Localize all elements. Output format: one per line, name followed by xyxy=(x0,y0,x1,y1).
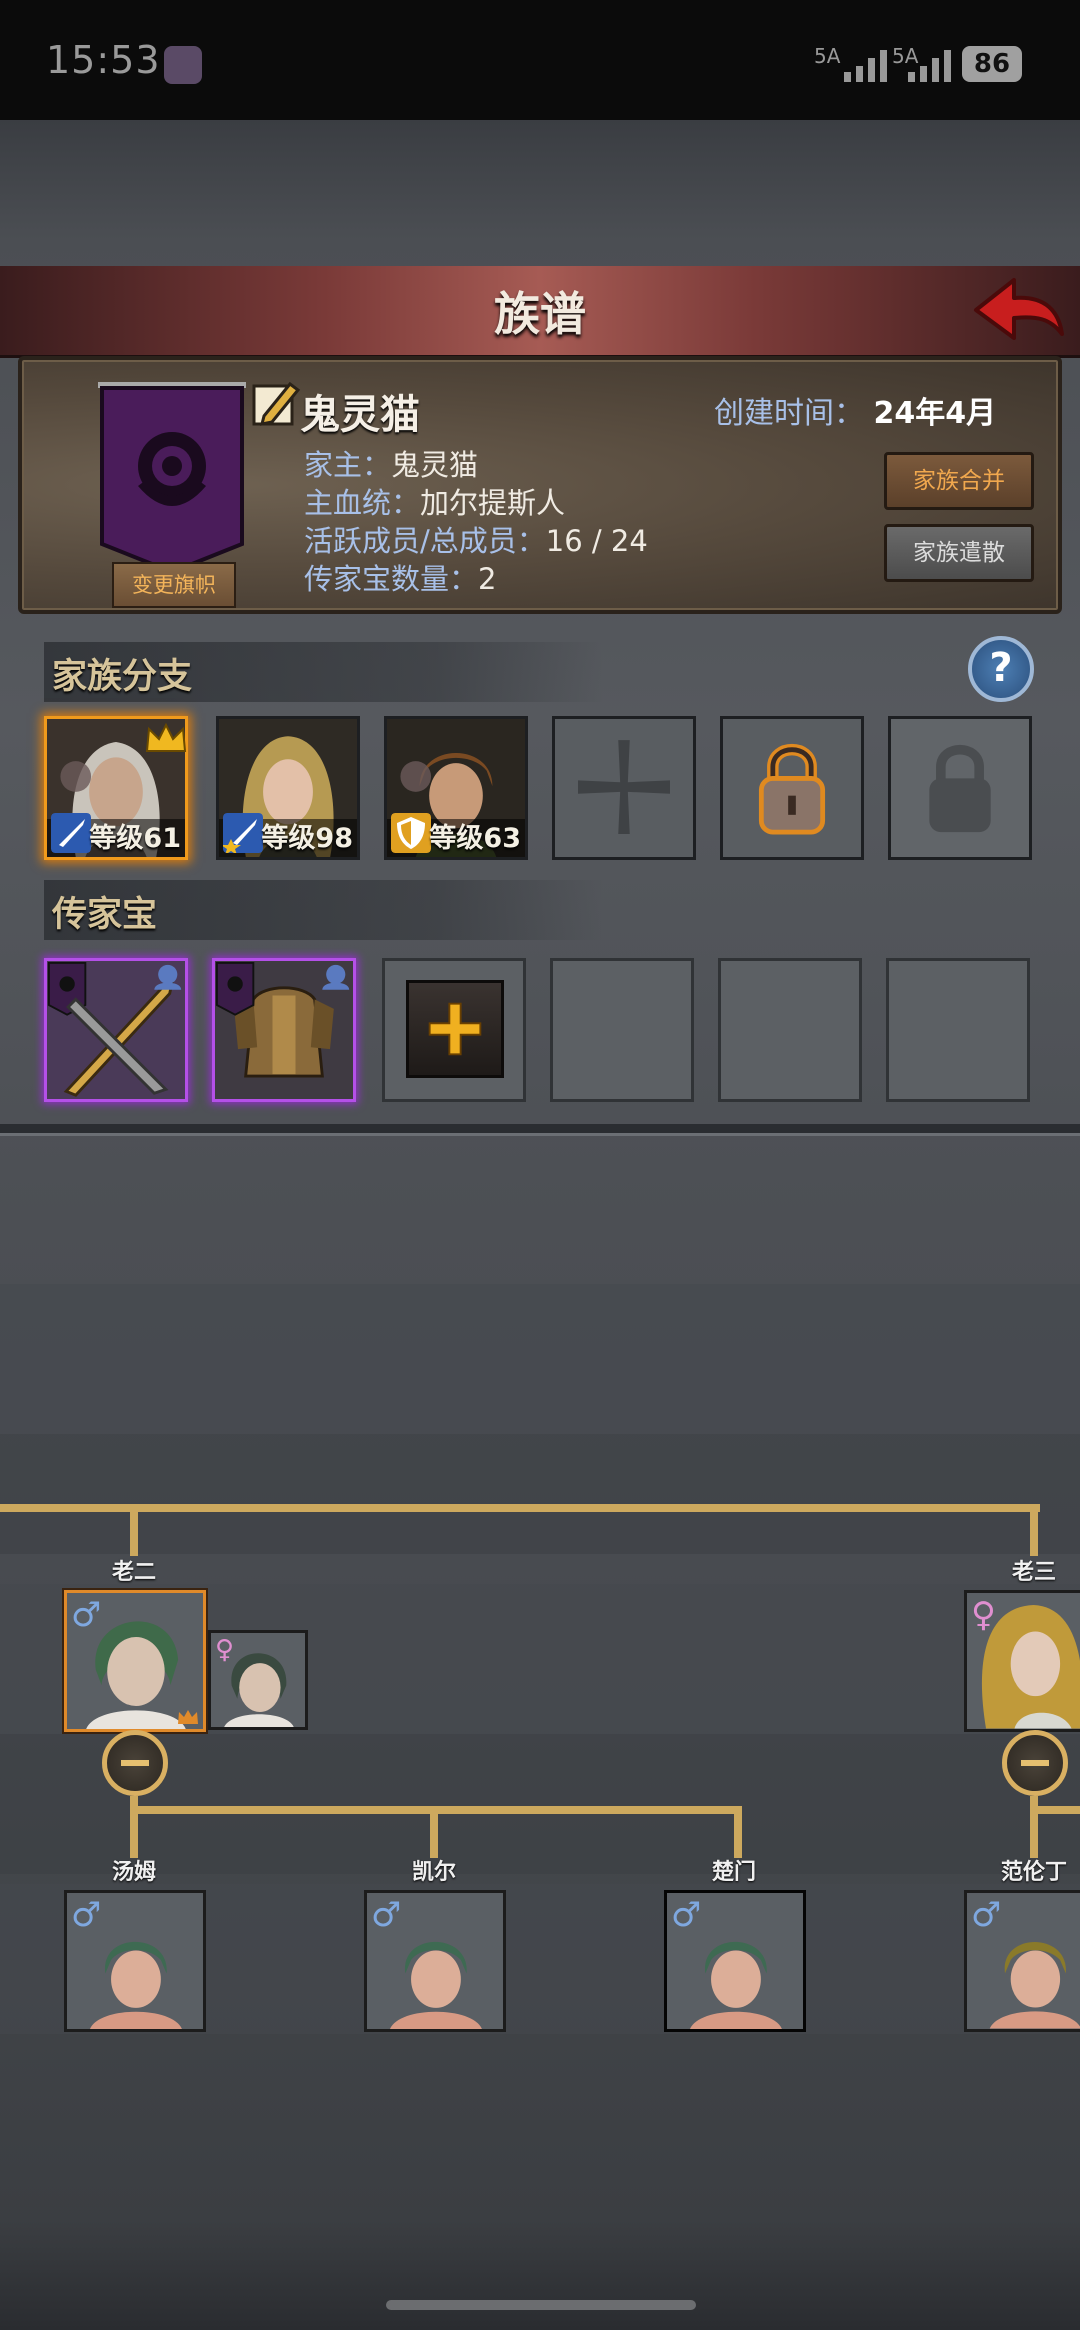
male-gender-icon: ♂ xyxy=(671,1895,702,1935)
page-title: 族谱 xyxy=(494,287,586,341)
heirloom-slot-empty xyxy=(718,958,862,1102)
created-time: 创建时间： 24年4月 xyxy=(714,388,996,432)
family-member-kyle[interactable]: ♂ xyxy=(364,1890,506,2032)
branch-slot-2[interactable]: 等级98 xyxy=(216,716,360,860)
heirloom-count-row: 传家宝数量：2 xyxy=(304,556,496,598)
sword-star-icon xyxy=(223,813,263,853)
status-time: 15:53 xyxy=(46,38,161,82)
heirloom-slot-empty xyxy=(550,958,694,1102)
family-head-row: 家主：鬼灵猫 xyxy=(304,442,478,484)
tree-row-band xyxy=(0,1284,1080,1434)
branch-level: 等级61 xyxy=(89,823,181,854)
member-name: 楚门 xyxy=(711,1860,756,1885)
family-member-tom[interactable]: ♂ xyxy=(64,1890,206,2032)
members-label: 活跃成员/总成员： xyxy=(304,524,546,558)
tree-row-band xyxy=(0,1434,1080,1554)
heirloom-slot-1[interactable] xyxy=(44,958,188,1102)
family-member-lao-san[interactable]: ♀ xyxy=(964,1590,1080,1732)
change-flag-button[interactable]: 变更旗帜 xyxy=(112,562,236,608)
back-arrow-icon[interactable] xyxy=(970,272,1066,348)
tree-connector-line xyxy=(130,1806,138,1858)
member-name: 老三 xyxy=(1011,1560,1056,1585)
padlock-grey-icon xyxy=(929,744,991,833)
male-gender-icon: ♂ xyxy=(371,1895,402,1935)
heirloom-slot-empty xyxy=(886,958,1030,1102)
branch-slot-3[interactable]: 等级63 xyxy=(384,716,528,860)
branch-slot-unlockable[interactable] xyxy=(720,716,864,860)
section-divider xyxy=(0,1124,1080,1136)
add-heirloom-button[interactable] xyxy=(406,980,504,1078)
male-gender-icon: ♂ xyxy=(71,1595,102,1635)
created-time-value: 24年4月 xyxy=(873,396,997,431)
sim1-label: 5A xyxy=(814,44,841,68)
female-gender-icon: ♀ xyxy=(215,1635,235,1665)
family-head-label: 家主： xyxy=(304,448,392,482)
signal-bars-icon xyxy=(904,48,956,82)
branch-slot-empty[interactable] xyxy=(552,716,696,860)
padlock-gold-icon xyxy=(758,743,826,835)
members-row: 活跃成员/总成员：16 / 24 xyxy=(304,518,648,560)
family-name: 鬼灵猫 xyxy=(300,392,420,438)
tree-connector-line xyxy=(734,1806,742,1858)
heirloom-count-label: 传家宝数量： xyxy=(304,562,479,596)
tree-connector-line xyxy=(1030,1504,1038,1556)
tree-connector-line xyxy=(130,1504,138,1556)
help-button[interactable]: ? xyxy=(968,636,1034,702)
spouse-portrait[interactable]: ♀ xyxy=(208,1630,308,1730)
signal-bars-icon xyxy=(840,48,892,82)
family-member-lao-er[interactable]: ♂ xyxy=(64,1590,206,1732)
male-gender-icon: ♂ xyxy=(971,1895,1002,1935)
notification-app-icon xyxy=(164,46,202,84)
members-value: 16 / 24 xyxy=(545,524,648,558)
branch-level: 等级98 xyxy=(261,823,353,854)
cross-icon xyxy=(578,740,670,834)
branch-slot-1[interactable]: 等级61 xyxy=(44,716,188,860)
heirlooms-title: 传家宝 xyxy=(52,895,158,935)
member-name: 凯尔 xyxy=(411,1860,456,1885)
crossed-weapons-icon xyxy=(47,961,182,1097)
heirloom-count-value: 2 xyxy=(478,562,497,596)
collapse-branch-button[interactable] xyxy=(1002,1730,1068,1796)
shield-icon xyxy=(391,813,431,853)
member-name: 汤姆 xyxy=(111,1860,156,1885)
tree-connector-line xyxy=(0,1504,1040,1512)
family-disband-button[interactable]: 家族遣散 xyxy=(884,524,1034,582)
edit-name-icon[interactable] xyxy=(250,378,302,430)
collapse-branch-button[interactable] xyxy=(102,1730,168,1796)
created-time-label: 创建时间： xyxy=(714,396,864,431)
male-gender-icon: ♂ xyxy=(71,1895,102,1935)
sword-icon xyxy=(51,813,91,853)
plus-icon xyxy=(428,1002,482,1056)
home-indicator[interactable] xyxy=(386,2300,696,2310)
branch-slot-locked xyxy=(888,716,1032,860)
family-merge-button[interactable]: 家族合并 xyxy=(884,452,1034,510)
armor-icon xyxy=(215,961,350,1078)
family-banner-icon xyxy=(98,382,246,575)
battery-indicator: 86 xyxy=(962,46,1022,82)
heirloom-slot-2[interactable] xyxy=(212,958,356,1102)
family-member-valentine[interactable]: ♂ xyxy=(964,1890,1080,2032)
crown-small-icon xyxy=(178,1710,198,1724)
bloodline-row: 主血统：加尔提斯人 xyxy=(304,480,565,522)
family-member-truman[interactable]: ♂ xyxy=(664,1890,806,2032)
member-name: 老二 xyxy=(111,1560,156,1585)
branches-title: 家族分支 xyxy=(52,657,193,697)
female-gender-icon: ♀ xyxy=(971,1595,996,1635)
family-head-value: 鬼灵猫 xyxy=(391,448,479,482)
bloodline-value: 加尔提斯人 xyxy=(420,486,566,520)
tree-connector-line xyxy=(430,1806,438,1858)
member-name: 范伦丁 xyxy=(1000,1860,1067,1885)
tree-connector-line xyxy=(1030,1806,1080,1814)
bloodline-label: 主血统： xyxy=(304,486,421,520)
crown-icon xyxy=(145,723,187,752)
branch-level: 等级63 xyxy=(429,823,521,854)
